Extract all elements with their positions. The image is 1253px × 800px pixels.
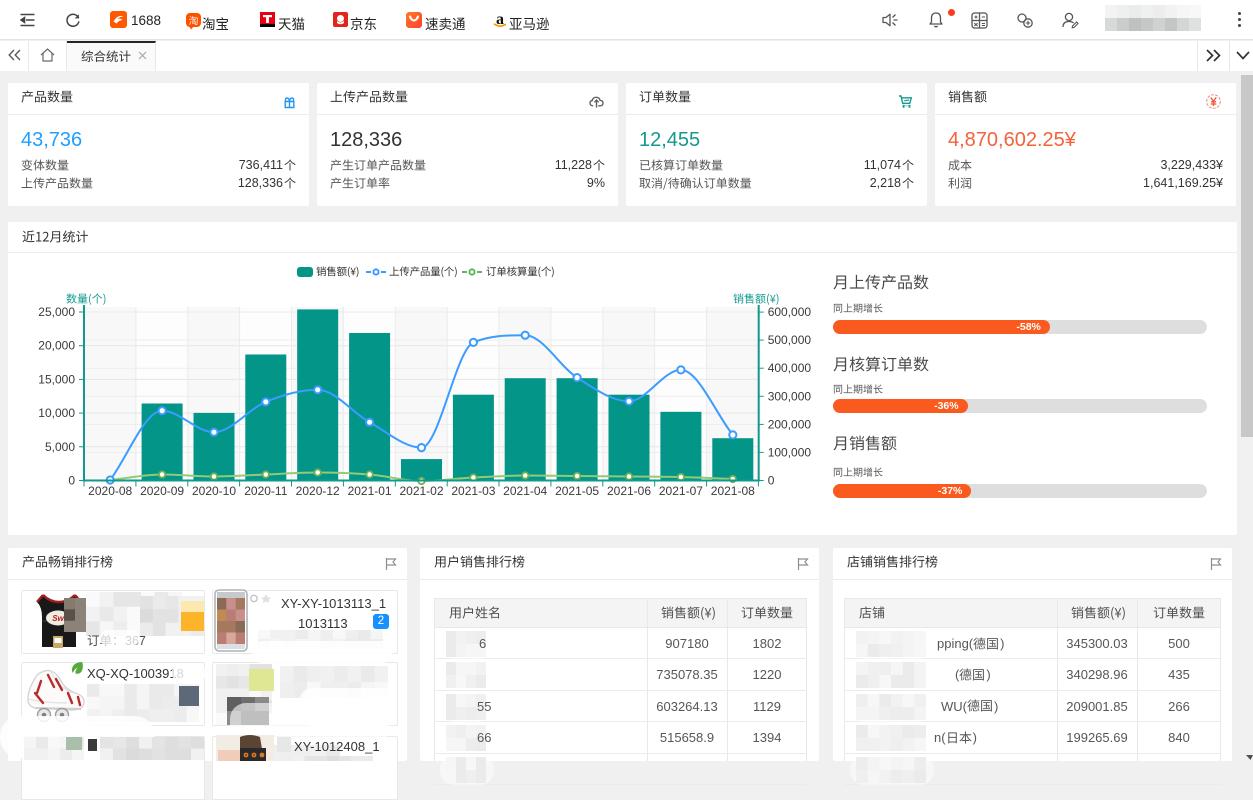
svg-text:2021-06: 2021-06 bbox=[607, 484, 651, 498]
svg-text:20,000: 20,000 bbox=[38, 339, 75, 353]
svg-text:0: 0 bbox=[68, 474, 75, 488]
svg-text:200,000: 200,000 bbox=[768, 417, 812, 431]
svg-text:2020-11: 2020-11 bbox=[244, 484, 287, 498]
svg-text:2020-10: 2020-10 bbox=[192, 484, 236, 498]
svg-text:2021-02: 2021-02 bbox=[399, 484, 443, 498]
svg-text:10,000: 10,000 bbox=[38, 406, 75, 420]
svg-text:100,000: 100,000 bbox=[768, 445, 812, 459]
svg-text:2021-04: 2021-04 bbox=[503, 484, 547, 498]
svg-text:2021-08: 2021-08 bbox=[711, 484, 755, 498]
svg-text:Sw: Sw bbox=[52, 614, 64, 623]
svg-text:300,000: 300,000 bbox=[768, 389, 812, 403]
svg-text:2021-03: 2021-03 bbox=[451, 484, 495, 498]
svg-text:2020-12: 2020-12 bbox=[296, 484, 340, 498]
svg-text:15,000: 15,000 bbox=[38, 372, 75, 386]
svg-text:2020-08: 2020-08 bbox=[88, 484, 132, 498]
svg-text:2021-01: 2021-01 bbox=[348, 484, 392, 498]
svg-text:500,000: 500,000 bbox=[768, 333, 812, 347]
svg-text:5,000: 5,000 bbox=[45, 440, 75, 454]
svg-text:2021-05: 2021-05 bbox=[555, 484, 599, 498]
svg-text:400,000: 400,000 bbox=[768, 361, 812, 375]
svg-text:25,000: 25,000 bbox=[38, 305, 75, 319]
svg-text:600,000: 600,000 bbox=[768, 305, 812, 319]
svg-text:2020-09: 2020-09 bbox=[140, 484, 184, 498]
svg-text:2021-07: 2021-07 bbox=[659, 484, 703, 498]
svg-text:0: 0 bbox=[768, 474, 775, 488]
